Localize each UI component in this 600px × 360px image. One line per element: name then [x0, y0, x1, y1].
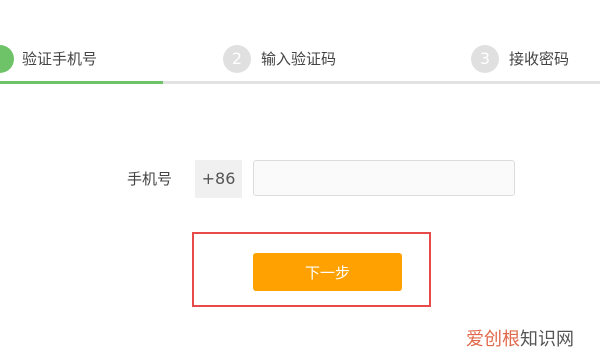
watermark-part1: 爱创根 — [466, 329, 520, 350]
phone-label: 手机号 — [127, 170, 173, 188]
watermark: 爱创根知识网 — [466, 328, 574, 352]
step-progress: 验证手机号 2 输入验证码 3 接收密码 — [0, 0, 600, 85]
country-code: +86 — [195, 160, 242, 198]
next-step-button[interactable]: 下一步 — [253, 253, 402, 291]
step-1-circle — [0, 45, 14, 73]
step-3-circle: 3 — [471, 45, 499, 73]
phone-input[interactable] — [253, 160, 515, 196]
step-1-label: 验证手机号 — [22, 50, 98, 68]
step-2-circle: 2 — [223, 45, 251, 73]
watermark-part2: 知识网 — [520, 329, 574, 350]
progress-track-fill — [0, 81, 163, 84]
step-2-label: 输入验证码 — [261, 50, 337, 68]
step-3-label: 接收密码 — [509, 50, 570, 68]
